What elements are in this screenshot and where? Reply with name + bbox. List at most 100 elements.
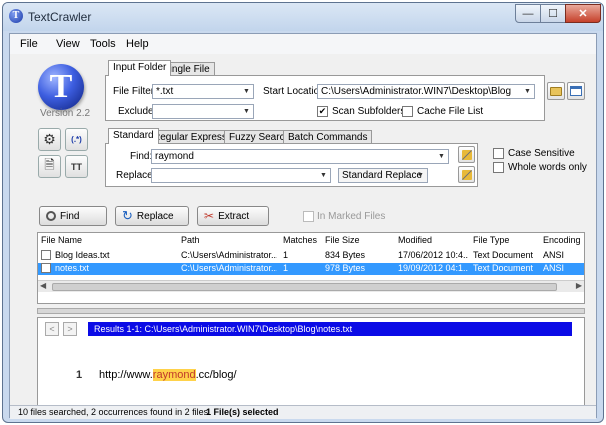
table-header: File Name Path Matches File Size Modifie… xyxy=(38,235,584,247)
whole-words-checkbox[interactable] xyxy=(493,162,504,173)
next-result-button[interactable]: > xyxy=(63,322,77,336)
cell-path: C:\Users\Administrator.... xyxy=(181,250,277,260)
replace-label: Replace: xyxy=(116,170,156,181)
scroll-left-icon[interactable]: ◀ xyxy=(40,281,46,290)
status-summary: 10 files searched, 2 occurrences found i… xyxy=(18,407,209,417)
column-encoding[interactable]: Encoding xyxy=(543,235,581,245)
in-marked-files-checkbox[interactable] xyxy=(303,211,314,222)
chevron-down-icon[interactable]: ▼ xyxy=(317,169,330,182)
column-file-size[interactable]: File Size xyxy=(325,235,360,245)
in-marked-files-label: In Marked Files xyxy=(317,211,386,222)
table-row[interactable]: Blog Ideas.txt C:\Users\Administrator...… xyxy=(38,250,584,262)
cell-modified: 19/09/2012 04:1... xyxy=(398,263,468,273)
horizontal-scrollbar[interactable]: ◀ ▶ xyxy=(38,280,584,292)
replace-edit-button[interactable] xyxy=(458,166,475,183)
cell-file-size: 978 Bytes xyxy=(325,263,366,273)
case-sensitive-label: Case Sensitive xyxy=(508,148,575,159)
settings-button[interactable]: ⚙ xyxy=(38,128,61,151)
scroll-thumb[interactable] xyxy=(52,283,557,291)
result-line: http://www.raymond.cc/blog/ xyxy=(99,369,237,381)
status-bar: 10 files searched, 2 occurrences found i… xyxy=(10,405,596,419)
cache-file-list-label: Cache File List xyxy=(417,106,484,117)
row-checkbox[interactable] xyxy=(41,250,51,260)
cell-encoding: ANSI xyxy=(543,250,565,260)
find-button-label: Find xyxy=(60,210,80,222)
gear-icon: ⚙ xyxy=(43,131,56,147)
menu-bar: File View Tools Help xyxy=(10,34,596,54)
scan-subfolders-checkbox[interactable]: ✔ xyxy=(317,106,328,117)
tab-input-folder[interactable]: Input Folder xyxy=(108,60,172,76)
file-filter-value: *.txt xyxy=(156,86,174,97)
cell-file-type: Text Document xyxy=(473,250,534,260)
find-label: Find: xyxy=(130,151,153,162)
find-edit-button[interactable] xyxy=(458,146,475,163)
status-selected: 1 File(s) selected xyxy=(206,407,279,417)
cell-file-name: Blog Ideas.txt xyxy=(55,250,110,260)
menu-view[interactable]: View xyxy=(56,38,80,50)
column-matches[interactable]: Matches xyxy=(283,235,317,245)
menu-help[interactable]: Help xyxy=(126,38,149,50)
exclude-input[interactable]: ▼ xyxy=(152,104,254,119)
menu-file[interactable]: File xyxy=(20,38,38,50)
tab-batch-commands[interactable]: Batch Commands xyxy=(283,130,373,144)
pencil-icon xyxy=(461,169,472,180)
match-highlight: raymond xyxy=(152,369,196,381)
column-file-name[interactable]: File Name xyxy=(41,235,82,245)
replace-input[interactable]: ▼ xyxy=(151,168,331,183)
chevron-down-icon[interactable]: ▼ xyxy=(435,150,448,163)
menu-tools[interactable]: Tools xyxy=(90,38,116,50)
regex-icon: (.*) xyxy=(71,135,82,144)
previous-result-button[interactable]: < xyxy=(45,322,59,336)
chevron-down-icon[interactable]: ▼ xyxy=(521,85,534,98)
maximize-button[interactable]: ☐ xyxy=(540,4,566,23)
cell-file-type: Text Document xyxy=(473,263,534,273)
find-button[interactable]: Find xyxy=(39,206,107,226)
minimize-button[interactable]: — xyxy=(515,4,541,23)
panel-splitter[interactable] xyxy=(37,308,585,314)
text-size-icon: TT xyxy=(71,161,82,172)
chevron-down-icon[interactable]: ▼ xyxy=(240,105,253,118)
regex-button[interactable]: (.*) xyxy=(65,128,88,151)
open-window-button[interactable] xyxy=(567,82,585,100)
file-filter-input[interactable]: *.txt ▼ xyxy=(152,84,254,99)
app-logo: T xyxy=(38,64,84,110)
replace-mode-select[interactable]: Standard Replace ▼ xyxy=(338,168,428,183)
line-text-before: http://www. xyxy=(99,369,153,381)
folder-icon xyxy=(550,86,562,96)
text-size-button[interactable]: TT xyxy=(65,155,88,178)
window-title: TextCrawler xyxy=(28,10,92,24)
column-file-type[interactable]: File Type xyxy=(473,235,509,245)
cell-modified: 17/06/2012 10:4... xyxy=(398,250,468,260)
line-text-after: .cc/blog/ xyxy=(195,369,237,381)
row-checkbox[interactable] xyxy=(41,263,51,273)
replace-button-label: Replace xyxy=(136,210,174,222)
start-location-value: C:\Users\Administrator.WIN7\Desktop\Blog xyxy=(321,86,512,97)
case-sensitive-checkbox[interactable] xyxy=(493,148,504,159)
pencil-icon xyxy=(461,149,472,160)
find-input[interactable]: raymond ▼ xyxy=(151,149,449,164)
column-modified[interactable]: Modified xyxy=(398,235,432,245)
tab-standard[interactable]: Standard xyxy=(108,128,159,144)
client-area: File View Tools Help T Version 2.2 ⚙ (.*… xyxy=(9,33,597,419)
cache-file-list-checkbox[interactable] xyxy=(402,106,413,117)
scissors-icon: ✂ xyxy=(204,209,215,223)
app-window: T TextCrawler — ☐ ✕ File View Tools Help… xyxy=(2,2,604,423)
scan-subfolders-label: Scan Subfolders xyxy=(332,106,406,117)
extract-button-label: Extract xyxy=(218,210,250,222)
start-location-input[interactable]: C:\Users\Administrator.WIN7\Desktop\Blog… xyxy=(317,84,535,99)
table-row-selected[interactable]: notes.txt C:\Users\Administrator.... 1 9… xyxy=(38,263,584,275)
scroll-right-icon[interactable]: ▶ xyxy=(576,281,582,290)
column-path[interactable]: Path xyxy=(181,235,200,245)
close-button[interactable]: ✕ xyxy=(565,4,601,23)
replace-button[interactable]: ↻ Replace xyxy=(115,206,189,226)
title-bar[interactable]: T TextCrawler — ☐ ✕ xyxy=(3,3,603,31)
chevron-down-icon[interactable]: ▼ xyxy=(414,169,427,182)
browse-folder-button[interactable] xyxy=(547,82,565,100)
extract-button[interactable]: ✂ Extract xyxy=(197,206,269,226)
chevron-down-icon[interactable]: ▼ xyxy=(240,85,253,98)
app-icon: T xyxy=(9,9,23,23)
document-icon: 🗎 xyxy=(44,156,55,172)
results-preview: < > Results 1-1: C:\Users\Administrator.… xyxy=(37,317,585,410)
document-button[interactable]: 🗎 xyxy=(38,155,61,178)
whole-words-label: Whole words only xyxy=(508,162,587,173)
